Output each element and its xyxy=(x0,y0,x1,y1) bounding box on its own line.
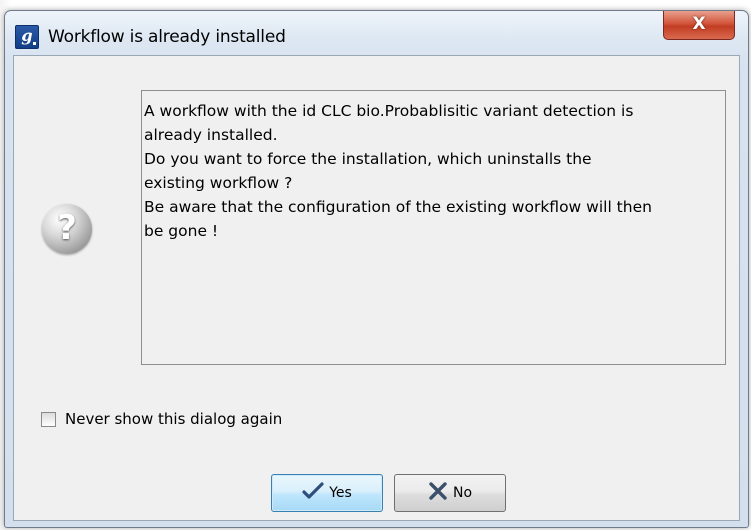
message-area: A workflow with the id CLC bio.Probablis… xyxy=(141,90,726,365)
message-line: be gone ! xyxy=(144,222,219,240)
dialog-title: Workflow is already installed xyxy=(48,27,286,47)
message-line: A workflow with the id CLC bio.Probablis… xyxy=(144,102,634,120)
message-line: Do you want to force the installation, w… xyxy=(144,150,592,168)
message-line: Be aware that the configuration of the e… xyxy=(144,198,652,216)
dialog-content: ? A workflow with the id CLC bio.Probabl… xyxy=(13,55,740,521)
x-icon xyxy=(428,482,448,504)
message-line: existing workflow ? xyxy=(144,174,293,192)
no-button[interactable]: No xyxy=(394,474,506,512)
no-label: No xyxy=(452,485,473,501)
close-icon: X xyxy=(692,14,706,34)
yes-button[interactable]: Yes xyxy=(271,474,383,512)
checkmark-icon xyxy=(302,482,324,504)
yes-label: Yes xyxy=(329,485,352,501)
app-logo-icon: g xyxy=(15,25,39,49)
dialog-window: g Workflow is already installed X ? A wo… xyxy=(4,10,749,528)
close-button[interactable]: X xyxy=(663,11,735,40)
title-bar[interactable]: g Workflow is already installed X xyxy=(5,11,748,55)
never-show-label[interactable]: Never show this dialog again xyxy=(65,410,282,428)
app-logo-glyph: g xyxy=(21,26,33,45)
message-line: already installed. xyxy=(144,126,278,144)
never-show-checkbox[interactable] xyxy=(41,412,56,427)
question-icon: ? xyxy=(42,204,92,254)
